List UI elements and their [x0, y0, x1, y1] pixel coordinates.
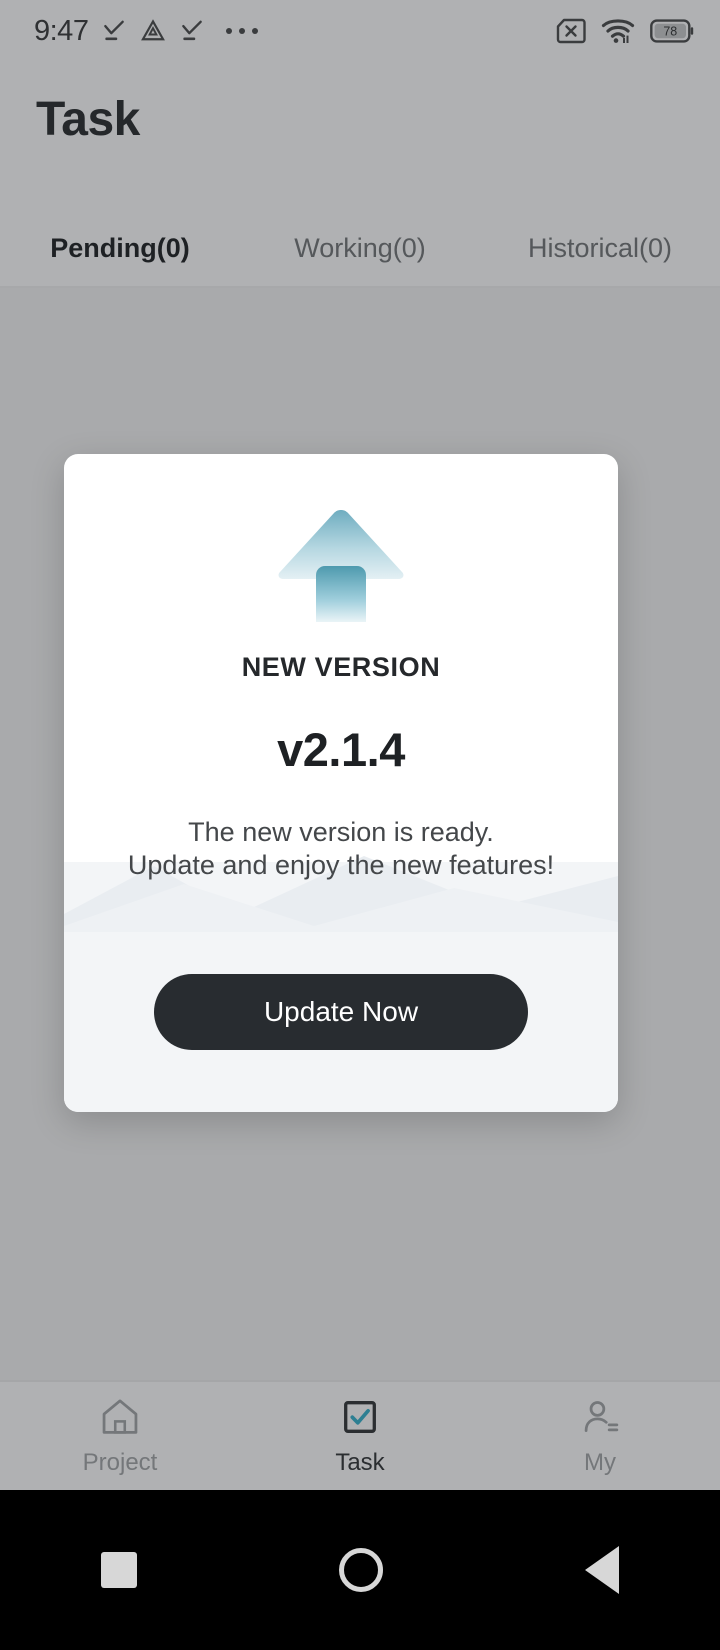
tab-pending[interactable]: Pending(0) [0, 233, 240, 264]
dialog-version: v2.1.4 [277, 723, 405, 776]
nav-item-my[interactable]: My [480, 1395, 720, 1477]
home-icon [102, 1399, 138, 1434]
check-download-icon [182, 20, 203, 41]
more-dots-icon [226, 28, 259, 34]
dialog-description-line-2: Update and enjoy the new features! [127, 849, 555, 880]
nav-label-task: Task [335, 1449, 385, 1476]
nav-item-task[interactable]: Task [240, 1395, 480, 1477]
update-now-button[interactable]: Update Now [154, 974, 528, 1050]
nav-label-project: Project [82, 1449, 158, 1476]
upload-arrow-icon [64, 506, 618, 622]
nav-item-project[interactable]: Project [0, 1395, 240, 1477]
system-navigation-bar [0, 1490, 720, 1650]
wifi-icon [601, 19, 635, 43]
person-icon [584, 1401, 619, 1432]
circle-home-icon[interactable] [339, 1548, 383, 1592]
check-download-icon [104, 20, 125, 41]
status-bar: 9:47 78 [0, 0, 720, 62]
phone-screen: 9:47 78 Task Pending(0) Working(0) Histo… [0, 0, 720, 1650]
checkbox-check-icon [344, 1401, 376, 1433]
dialog-description: The new version is ready. Update and enj… [64, 816, 618, 882]
dialog-description-line-1: The new version is ready. [188, 817, 494, 847]
tab-working[interactable]: Working(0) [240, 233, 480, 264]
app-header: Task Pending(0) Working(0) Historical(0) [0, 62, 720, 286]
battery-icon: 78 [650, 19, 694, 43]
tab-bar: Pending(0) Working(0) Historical(0) [0, 210, 720, 286]
tab-historical[interactable]: Historical(0) [480, 233, 720, 264]
status-bar-left: 9:47 [34, 14, 259, 48]
update-dialog: NEW VERSION v2.1.4 The new version is re… [64, 454, 618, 1112]
triangle-back-icon[interactable] [585, 1546, 619, 1594]
battery-level-text: 78 [663, 25, 677, 39]
sim-card-off-icon [556, 18, 586, 44]
square-recents-icon[interactable] [101, 1552, 137, 1588]
page-title: Task [36, 93, 140, 146]
triangle-warning-icon [141, 19, 166, 41]
nav-label-my: My [584, 1449, 616, 1476]
status-bar-right: 78 [554, 17, 694, 45]
status-bar-clock: 9:47 [34, 14, 89, 47]
bottom-navigation: Project Task My [0, 1380, 720, 1490]
dialog-heading: NEW VERSION [241, 652, 441, 682]
